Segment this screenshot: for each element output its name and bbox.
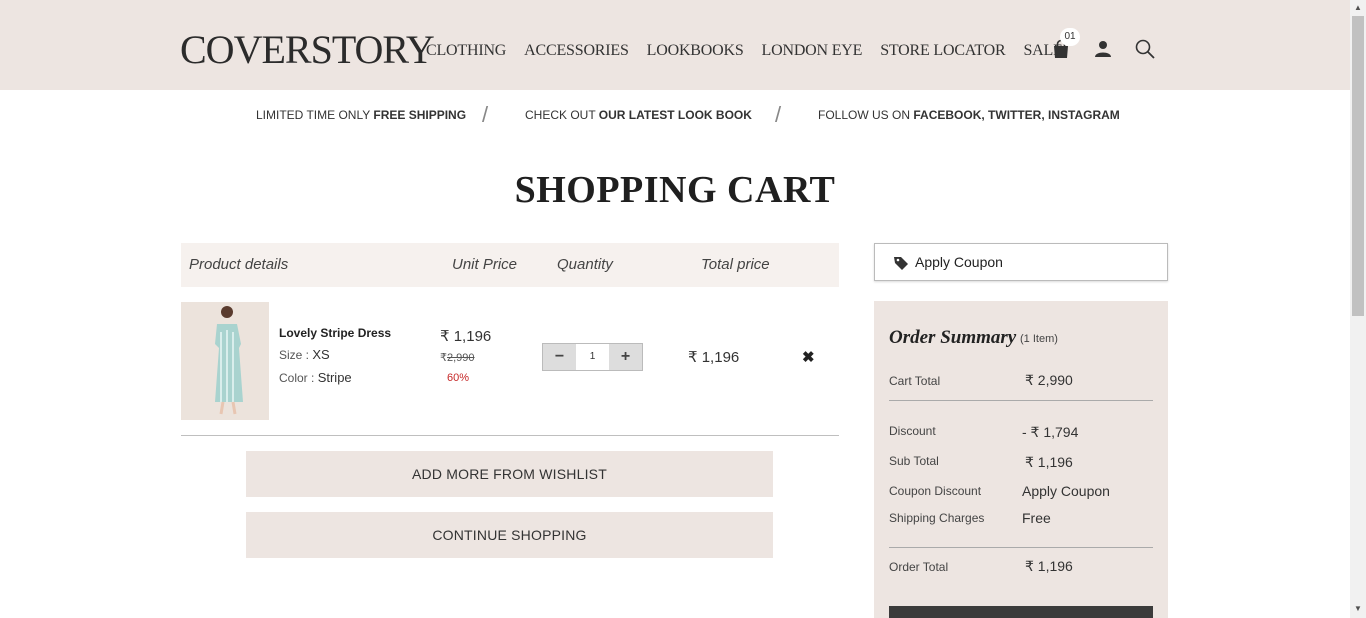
coupon-discount-link[interactable]: Apply Coupon	[1022, 483, 1110, 499]
remove-item-icon[interactable]: ✖	[802, 348, 815, 366]
checkout-button[interactable]	[889, 606, 1153, 618]
promo-lookbook[interactable]: CHECK OUT OUR LATEST LOOK BOOK	[525, 108, 752, 122]
original-price: ₹2,990	[440, 352, 475, 364]
continue-shopping-button[interactable]: CONTINUE SHOPPING	[246, 512, 773, 558]
page-title: SHOPPING CART	[514, 169, 836, 211]
order-summary: Order Summary (1 Item) Cart Total ₹ 2,99…	[874, 301, 1168, 618]
main-nav: CLOTHING ACCESSORIES LOOKBOOKS LONDON EY…	[426, 42, 1063, 60]
logo[interactable]: COVERSTORY	[180, 26, 435, 74]
increase-quantity-button[interactable]: +	[609, 344, 642, 370]
product-image[interactable]	[181, 302, 269, 420]
user-icon[interactable]	[1092, 38, 1114, 60]
scrollbar[interactable]: ▲ ▼	[1350, 0, 1366, 618]
site-header: COVERSTORY CLOTHING ACCESSORIES LOOKBOOK…	[0, 0, 1350, 90]
product-size: Size : XS	[279, 347, 330, 362]
order-summary-title: Order Summary	[889, 327, 1017, 348]
subtotal-value: ₹ 1,196	[1025, 454, 1073, 470]
product-name[interactable]: Lovely Stripe Dress	[279, 326, 391, 340]
cart-table-header: Product details Unit Price Quantity Tota…	[181, 243, 839, 287]
shipping-value: Free	[1022, 510, 1051, 526]
search-icon[interactable]	[1134, 38, 1156, 60]
cart-count-badge: 01	[1060, 28, 1080, 46]
scroll-down-icon[interactable]: ▼	[1354, 604, 1362, 613]
col-unit-price: Unit Price	[452, 256, 518, 273]
tag-icon	[893, 255, 909, 276]
scroll-thumb[interactable]	[1352, 16, 1364, 316]
promo-free-shipping[interactable]: LIMITED TIME ONLY FREE SHIPPING	[256, 108, 466, 122]
add-from-wishlist-button[interactable]: ADD MORE FROM WISHLIST	[246, 451, 773, 497]
discount-label: Discount	[889, 424, 936, 438]
quantity-value[interactable]: 1	[576, 344, 609, 370]
promo-separator: /	[775, 102, 782, 127]
apply-coupon-button[interactable]: Apply Coupon	[874, 243, 1168, 281]
nav-accessories[interactable]: ACCESSORIES	[524, 42, 629, 60]
logo-text: COVERSTORY	[180, 27, 435, 72]
item-total-price: ₹ 1,196	[688, 349, 740, 366]
order-total-label: Order Total	[889, 560, 949, 574]
divider	[889, 547, 1153, 548]
subtotal-label: Sub Total	[889, 454, 939, 468]
nav-store-locator[interactable]: STORE LOCATOR	[880, 42, 1005, 60]
scroll-up-icon[interactable]: ▲	[1354, 3, 1362, 12]
promo-social[interactable]: FOLLOW US ON FACEBOOK, TWITTER, INSTAGRA…	[818, 108, 1120, 122]
unit-price: ₹ 1,196	[440, 328, 492, 345]
divider	[889, 400, 1153, 401]
nav-lookbooks[interactable]: LOOKBOOKS	[647, 42, 744, 60]
product-color: Color : Stripe	[279, 370, 352, 385]
nav-clothing[interactable]: CLOTHING	[426, 42, 506, 60]
nav-london-eye[interactable]: LONDON EYE	[762, 42, 863, 60]
quantity-stepper: − 1 +	[542, 343, 643, 371]
col-total-price: Total price	[701, 256, 770, 273]
discount-value: - ₹ 1,794	[1022, 424, 1079, 440]
cart-total-label: Cart Total	[889, 374, 941, 388]
promo-separator: /	[482, 102, 489, 127]
cart-total-value: ₹ 2,990	[1025, 372, 1073, 388]
divider	[181, 435, 839, 436]
col-product-details: Product details	[189, 256, 289, 273]
shipping-label: Shipping Charges	[889, 511, 985, 525]
order-item-count: (1 Item)	[1020, 333, 1058, 345]
discount-percent: 60%	[447, 372, 470, 384]
order-total-value: ₹ 1,196	[1025, 558, 1073, 574]
col-quantity: Quantity	[557, 256, 613, 273]
coupon-discount-label: Coupon Discount	[889, 484, 982, 498]
decrease-quantity-button[interactable]: −	[543, 344, 576, 370]
apply-coupon-label: Apply Coupon	[915, 254, 1003, 270]
